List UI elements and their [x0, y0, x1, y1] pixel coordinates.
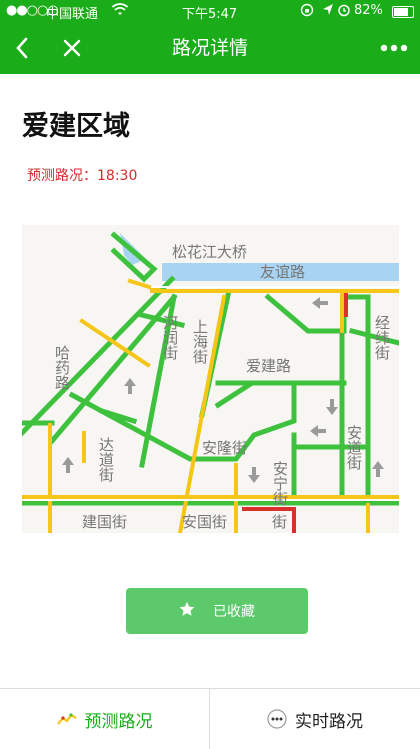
- direction-arrow-icon: [372, 461, 384, 477]
- clock: 下午5:47: [182, 7, 238, 22]
- location-icon: [322, 3, 334, 21]
- alarm-icon: [337, 3, 351, 21]
- forecast-label: 预测路况：: [27, 168, 97, 184]
- more-dots-icon: [267, 709, 287, 729]
- label-shanghai-street: 上海街: [191, 319, 209, 364]
- page-title: 路况详情: [171, 37, 248, 59]
- label-youyi-road: 友谊路: [260, 263, 305, 281]
- tab-forecast[interactable]: 预测路况: [0, 689, 210, 749]
- content-area: 爱建区域 预测路况：18:30 松花江大桥 友谊路 爱建路 安国街 建国街 街 …: [0, 74, 420, 688]
- forecast-time: 18:30: [97, 168, 138, 184]
- label-andao-street: 安道街: [345, 425, 363, 470]
- tab-realtime[interactable]: 实时路况: [210, 689, 420, 749]
- direction-arrow-icon: [326, 399, 338, 415]
- label-anguo-street: 安国街: [182, 513, 227, 531]
- trend-icon: [56, 712, 77, 726]
- direction-arrow-icon: [248, 467, 260, 483]
- more-icon: [380, 44, 408, 52]
- traffic-map[interactable]: 松花江大桥 友谊路 爱建路 安国街 建国街 街 河润街 上海街 经纬街 哈药路 …: [18, 225, 403, 536]
- direction-arrow-icon: [312, 297, 328, 309]
- tab-forecast-label: 预测路况: [84, 711, 153, 732]
- label-jingwei-street: 经纬街: [373, 315, 391, 360]
- label-hayao-road: 哈药路: [53, 345, 71, 390]
- battery-percent: 82%: [354, 3, 383, 18]
- direction-arrow-icon: [62, 457, 74, 473]
- status-bar: ●●○○○ 中国联通 下午5:47 82%: [0, 0, 420, 22]
- area-title: 爱建区域: [22, 111, 130, 142]
- label-aijian-road: 爱建路: [246, 357, 291, 375]
- label-songhuajiang-bridge: 松花江大桥: [172, 243, 247, 261]
- favorite-button-label: 已收藏: [213, 604, 255, 620]
- direction-arrow-icon: [124, 378, 136, 394]
- nav-bar: 路况详情: [0, 22, 420, 74]
- label-herun-street: 河润街: [161, 315, 179, 360]
- label-bottom-street: 街: [272, 513, 287, 531]
- forecast-time-label: 预测路况：18:30: [27, 165, 137, 185]
- more-button[interactable]: [374, 22, 414, 74]
- label-jianguo-street: 建国街: [82, 513, 127, 531]
- label-anning-street: 安宁街: [271, 461, 289, 506]
- battery-icon: [392, 6, 414, 18]
- wifi-icon: [111, 3, 129, 21]
- label-dadao-street: 达道街: [97, 437, 115, 482]
- favorite-button[interactable]: 已收藏: [126, 588, 308, 634]
- carrier-name: 中国联通: [46, 7, 99, 22]
- tab-bar: 预测路况 实时路况: [0, 688, 420, 749]
- direction-arrow-icon: [310, 425, 326, 437]
- star-icon: [179, 601, 195, 621]
- tab-realtime-label: 实时路况: [295, 711, 363, 732]
- label-anlong-street: 安隆街: [202, 439, 247, 457]
- traffic-map-svg: 松花江大桥 友谊路 爱建路 安国街 建国街 街 河润街 上海街 经纬街 哈药路 …: [18, 231, 403, 536]
- rotation-lock-icon: [300, 3, 314, 21]
